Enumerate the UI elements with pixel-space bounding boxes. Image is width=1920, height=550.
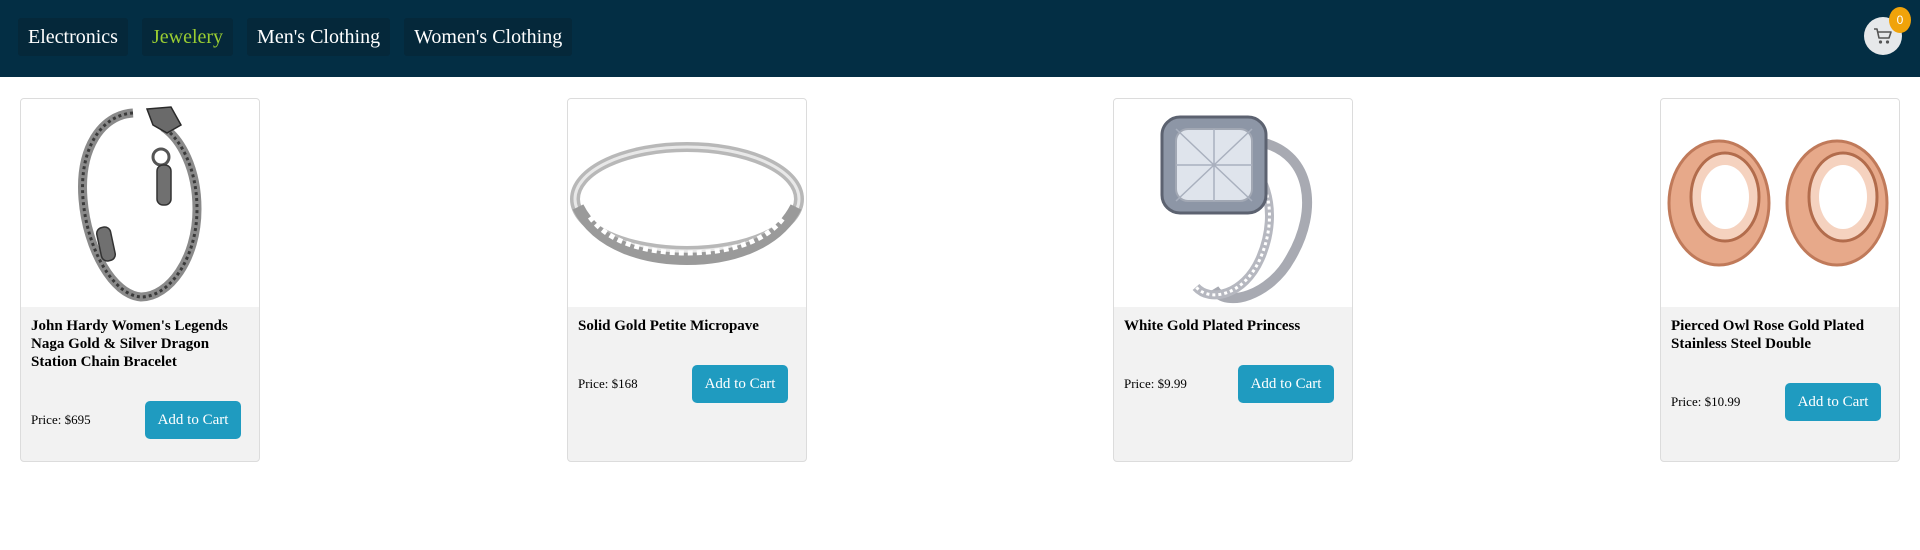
price-label: Price: — [31, 412, 62, 427]
cart-count-badge: 0 — [1889, 7, 1911, 33]
nav-item-electronics[interactable]: Electronics — [18, 18, 128, 56]
add-to-cart-button[interactable]: Add to Cart — [692, 365, 788, 403]
product-price: Price: $9.99 — [1124, 376, 1187, 392]
product-footer: Price: $168 Add to Cart — [578, 365, 788, 403]
add-to-cart-button[interactable]: Add to Cart — [145, 401, 241, 439]
product-image[interactable] — [21, 99, 259, 307]
price-label: Price: — [1671, 394, 1702, 409]
product-footer: Price: $10.99 Add to Cart — [1671, 383, 1881, 421]
cart-icon — [1874, 28, 1892, 44]
product-card: Pierced Owl Rose Gold Plated Stainless S… — [1660, 98, 1900, 462]
product-card: John Hardy Women's Legends Naga Gold & S… — [20, 98, 260, 462]
product-title[interactable]: Solid Gold Petite Micropave — [578, 317, 798, 335]
product-image[interactable] — [1661, 99, 1899, 307]
product-price: Price: $695 — [31, 412, 91, 428]
nav-item-womens-clothing[interactable]: Women's Clothing — [404, 18, 573, 56]
product-footer: Price: $9.99 Add to Cart — [1124, 365, 1334, 403]
price-value: $168 — [611, 376, 638, 391]
product-price: Price: $10.99 — [1671, 394, 1740, 410]
price-value: $9.99 — [1157, 376, 1187, 391]
price-label: Price: — [1124, 376, 1155, 391]
micropave-band-ring-image — [570, 142, 804, 266]
product-card: White Gold Plated Princess Price: $9.99 … — [1113, 98, 1353, 462]
product-title[interactable]: John Hardy Women's Legends Naga Gold & S… — [31, 317, 251, 371]
product-card: Solid Gold Petite Micropave Price: $168 … — [567, 98, 807, 462]
dragon-chain-bracelet-image — [78, 106, 202, 302]
product-title[interactable]: White Gold Plated Princess — [1124, 317, 1344, 335]
add-to-cart-button[interactable]: Add to Cart — [1238, 365, 1334, 403]
product-price: Price: $168 — [578, 376, 638, 392]
princess-cut-ring-set-image — [1160, 115, 1313, 304]
category-nav: Electronics Jewelery Men's Clothing Wome… — [18, 18, 573, 56]
product-title[interactable]: Pierced Owl Rose Gold Plated Stainless S… — [1671, 317, 1891, 353]
product-image[interactable] — [568, 99, 806, 307]
price-value: $10.99 — [1704, 394, 1741, 409]
price-value: $695 — [64, 412, 91, 427]
nav-item-jewelery[interactable]: Jewelery — [141, 18, 234, 56]
price-label: Price: — [578, 376, 609, 391]
add-to-cart-button[interactable]: Add to Cart — [1785, 383, 1881, 421]
product-image[interactable] — [1114, 99, 1352, 307]
product-footer: Price: $695 Add to Cart — [31, 401, 241, 439]
top-navbar: Electronics Jewelery Men's Clothing Wome… — [0, 0, 1920, 77]
nav-item-mens-clothing[interactable]: Men's Clothing — [247, 18, 391, 56]
rose-gold-tunnel-plugs-image — [1667, 139, 1889, 267]
